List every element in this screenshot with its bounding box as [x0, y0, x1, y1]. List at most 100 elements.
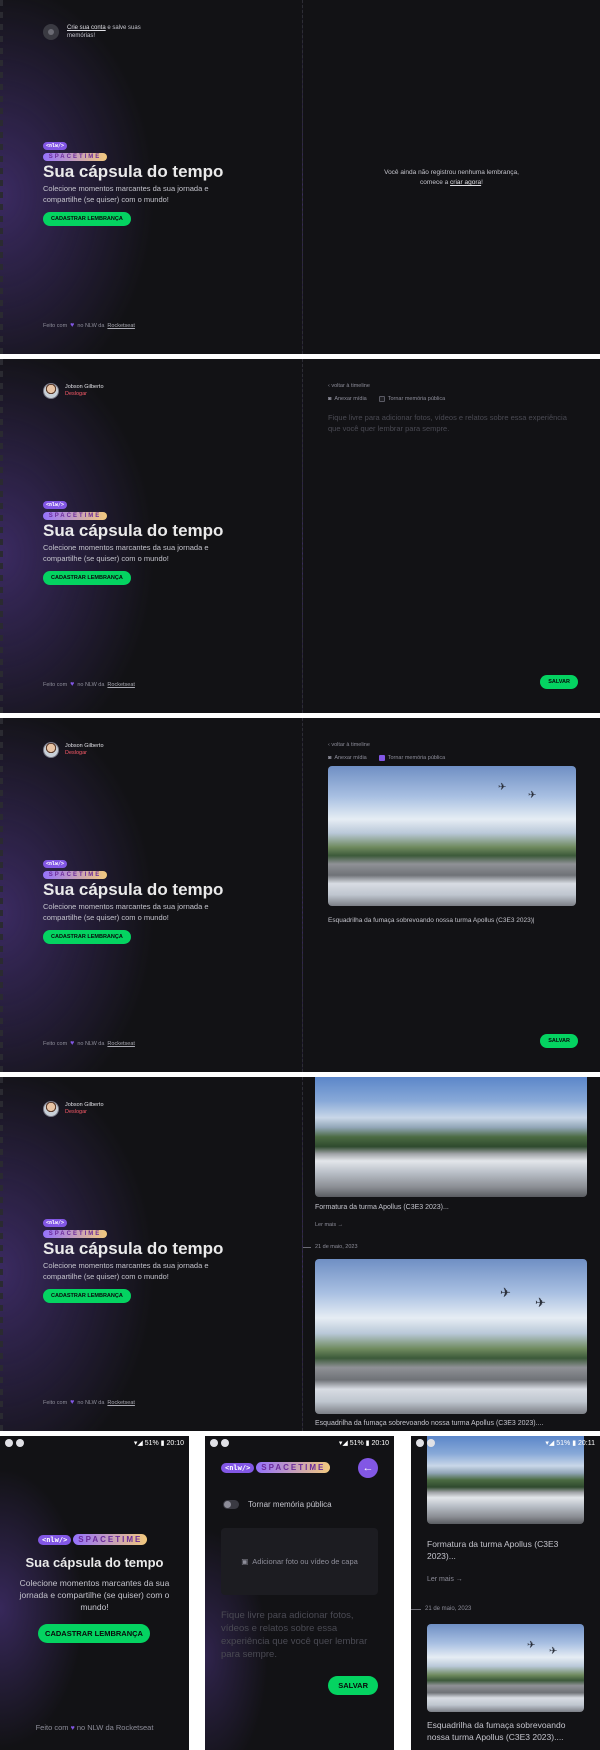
signin-link[interactable]: Crie sua conta e salve suas memórias!	[43, 24, 147, 40]
arrow-right-icon: →	[337, 1222, 344, 1228]
app-icon	[221, 1438, 229, 1447]
timeline-marker	[411, 1609, 421, 1610]
editor-panel: ‹ voltar à timeline ◙ Anexar mídia Tornar…	[303, 359, 600, 713]
hero-title: Sua cápsula do tempo	[43, 162, 224, 181]
signal-icon: ▾◢	[338, 1439, 348, 1447]
avatar	[43, 383, 59, 399]
add-media-button[interactable]: ▣ Adicionar foto ou vídeo de capa	[221, 1528, 378, 1595]
logo: <nlw/> SPACETIME	[221, 1462, 331, 1473]
copyright: Feito com ♥ no NLW da Rocketseat	[43, 322, 135, 329]
mobile-new-memory: ▾◢ 51% ▮ 20:10 <nlw/> SPACETIME ← Tornar…	[205, 1436, 394, 1750]
logo: <nlw/> SPACETIME	[43, 493, 107, 520]
arrow-right-icon: →	[455, 1576, 463, 1583]
rocketseat-link[interactable]: Rocketseat	[107, 1400, 135, 1406]
save-button[interactable]: SALVAR	[540, 1034, 578, 1048]
mobile-timeline: ▾◢ 51% ▮ 20:11 Formatura da turma Apollu…	[411, 1436, 600, 1750]
rocketseat-link[interactable]: Rocketseat	[107, 1041, 135, 1047]
memory-image: ✈ ✈	[427, 1624, 584, 1712]
memory-caption: Esquadrilha da fumaça sobrevoando nossa …	[427, 1720, 566, 1742]
save-button[interactable]: SALVAR	[540, 675, 578, 689]
toggle-switch[interactable]	[223, 1500, 239, 1509]
user-name: Jobson Gilberto	[65, 384, 104, 390]
read-more-link[interactable]: Ler mais →	[315, 1222, 343, 1228]
notification-icon	[5, 1438, 13, 1447]
logo: <nlw/> SPACETIME	[43, 852, 107, 879]
checkbox[interactable]	[378, 396, 385, 402]
back-to-timeline-link[interactable]: ‹ voltar à timeline	[328, 742, 370, 748]
user-name: Jobson Gilberto	[65, 743, 104, 749]
register-memory-button[interactable]: CADASTRAR LEMBRANÇA	[38, 1624, 150, 1643]
memory-image	[315, 1077, 587, 1197]
heart-icon: ♥	[70, 1725, 75, 1732]
heart-icon: ♥	[70, 322, 75, 329]
empty-state: Você ainda não registrou nenhuma lembran…	[384, 169, 519, 186]
chevron-left-icon: ‹	[328, 742, 330, 748]
logo-spacetime: SPACETIME	[43, 512, 107, 520]
public-checkbox[interactable]: Tornar memória pública	[378, 396, 445, 402]
logout-link[interactable]: Deslogar	[65, 391, 104, 398]
camera-icon: ◙	[328, 755, 332, 761]
signal-icon: ▾◢	[133, 1439, 143, 1447]
memory-caption: Esquadrilha da fumaça sobrevoando nossa …	[315, 1420, 544, 1427]
register-memory-button[interactable]: CADASTRAR LEMBRANÇA	[43, 212, 131, 226]
hero-title: Sua cápsula do tempo	[43, 521, 224, 540]
editor-panel: ‹ voltar à timeline ◙ Anexar mídia Tornar…	[303, 718, 600, 1072]
status-bar: ▾◢ 51% ▮ 20:10	[0, 1436, 189, 1449]
chevron-left-icon: ‹	[328, 383, 330, 389]
logo-nlw: <nlw/>	[221, 1462, 255, 1473]
content-textarea[interactable]: Esquadrilha da fumaça sobrevoando nossa …	[328, 917, 535, 924]
logo-spacetime: SPACETIME	[43, 153, 107, 161]
memory-date: 21 de maio, 2023	[425, 1606, 472, 1612]
avatar	[43, 742, 59, 758]
checkbox-checked[interactable]	[378, 755, 385, 761]
heart-icon: ♥	[70, 1399, 75, 1406]
read-more-link[interactable]: Ler mais →	[427, 1576, 463, 1583]
signin-text[interactable]: Crie sua conta e salve suas memórias!	[67, 24, 147, 40]
notification-icon	[416, 1438, 424, 1447]
user-profile: Jobson Gilberto Deslogar	[43, 1101, 104, 1117]
camera-icon: ◙	[328, 396, 332, 402]
rocketseat-link[interactable]: Rocketseat	[107, 323, 135, 329]
back-button[interactable]: ←	[358, 1458, 378, 1478]
save-button[interactable]: SALVAR	[328, 1676, 378, 1695]
attach-media-button[interactable]: ◙ Anexar mídia	[328, 396, 367, 402]
screen-timeline: Jobson Gilberto Deslogar <nlw/> SPACETIM…	[0, 1077, 600, 1431]
logout-link[interactable]: Deslogar	[65, 750, 104, 757]
logo: <nlw/> SPACETIME	[43, 134, 107, 161]
logo-nlw: <nlw/>	[43, 501, 68, 509]
jet-icon: ✈	[498, 782, 507, 793]
hero-title: Sua cápsula do tempo	[43, 1239, 224, 1258]
jet-icon: ✈	[528, 790, 537, 801]
arrow-left-icon: ←	[362, 1462, 374, 1474]
public-toggle[interactable]: Tornar memória pública	[223, 1500, 332, 1509]
logo-nlw: <nlw/>	[38, 1534, 72, 1545]
copyright: Feito com ♥ no NLW da Rocketseat	[43, 1399, 135, 1406]
avatar	[43, 1101, 59, 1117]
status-bar: ▾◢ 51% ▮ 20:10	[205, 1436, 394, 1449]
public-checkbox[interactable]: Tornar memória pública	[378, 755, 445, 761]
register-memory-button[interactable]: CADASTRAR LEMBRANÇA	[43, 930, 131, 944]
media-preview: ✈ ✈	[328, 766, 576, 906]
create-now-link[interactable]: criar agora	[450, 179, 481, 186]
hero-description: Colecione momentos marcantes da sua jorn…	[43, 184, 209, 204]
battery-icon: ▮	[572, 1439, 577, 1447]
rocketseat-link[interactable]: Rocketseat	[107, 682, 135, 688]
screen-new-memory: Jobson Gilberto Deslogar <nlw/> SPACETIM…	[0, 359, 600, 713]
register-memory-button[interactable]: CADASTRAR LEMBRANÇA	[43, 571, 131, 585]
memory-caption: Formatura da turma Apollus (C3E3 2023)..…	[315, 1204, 449, 1211]
logo-spacetime: SPACETIME	[256, 1462, 331, 1473]
battery-icon: ▮	[365, 1439, 370, 1447]
logout-link[interactable]: Deslogar	[65, 1109, 104, 1116]
create-account-link[interactable]: Crie sua conta	[67, 25, 106, 31]
user-placeholder-icon	[43, 24, 59, 40]
register-memory-button[interactable]: CADASTRAR LEMBRANÇA	[43, 1289, 131, 1303]
back-to-timeline-link[interactable]: ‹ voltar à timeline	[328, 383, 370, 389]
memory-caption: Formatura da turma Apollus (C3E3 2023)..…	[427, 1539, 559, 1561]
attach-media-button[interactable]: ◙ Anexar mídia	[328, 755, 367, 761]
hero-title: Sua cápsula do tempo	[25, 1555, 164, 1570]
timeline-panel: Formatura da turma Apollus (C3E3 2023)..…	[303, 1077, 600, 1431]
app-icon	[427, 1438, 435, 1447]
content-textarea[interactable]: Fique livre para adicionar fotos, vídeos…	[221, 1609, 378, 1661]
hero-description: Colecione momentos marcantes da sua jorn…	[19, 1578, 170, 1612]
content-textarea[interactable]: Fique livre para adicionar fotos, vídeos…	[328, 412, 578, 434]
